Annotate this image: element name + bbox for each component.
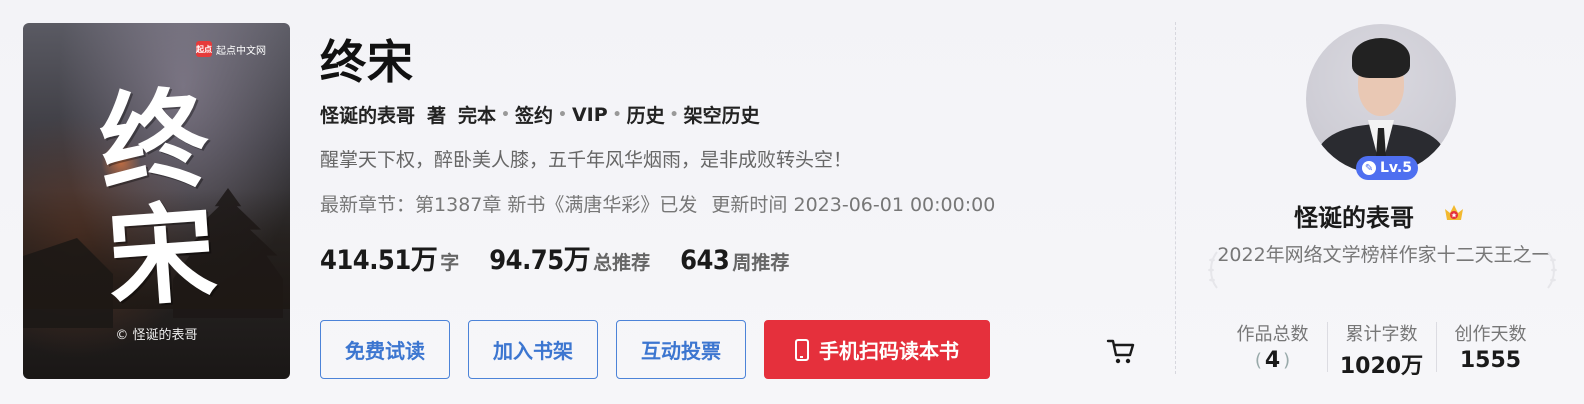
author-level-badge: ✎ Lv.5 — [1356, 156, 1418, 180]
author-days-stat: 创作天数 1555 — [1436, 320, 1545, 380]
book-title: 终宋 — [320, 35, 414, 89]
word-count-stat: 414.51万 字 — [320, 238, 459, 277]
word-count-value: 414.51万 — [320, 245, 438, 276]
weekly-recommend-value: 643 — [680, 245, 730, 276]
words-value: 1020万 — [1339, 354, 1424, 379]
qidian-logo-icon: 起点 — [196, 41, 212, 57]
book-meta: 怪诞的表哥 著 完本 • 签约 • VIP • 历史 • 架空历史 — [320, 101, 760, 128]
author-works-stat[interactable]: 作品总数 ( 4 ) — [1218, 320, 1327, 380]
crown-badge-icon — [1445, 205, 1463, 220]
author-suffix: 著 — [427, 105, 447, 127]
subcategory-link[interactable]: 架空历史 — [684, 101, 760, 128]
book-stats: 414.51万 字 94.75万 总推荐 643 周推荐 — [320, 238, 819, 277]
laurel-right-icon — [1547, 251, 1557, 289]
vote-button[interactable]: 互动投票 — [616, 320, 746, 379]
words-label: 累计字数 — [1345, 324, 1418, 345]
status-tag: 完本 — [458, 105, 497, 127]
separator-dot: • — [501, 106, 510, 123]
weekly-recommend-stat: 643 周推荐 — [680, 245, 789, 276]
author-avatar[interactable] — [1306, 24, 1456, 174]
cover-brand-name: 起点中文网 — [216, 45, 266, 57]
works-label: 作品总数 — [1236, 324, 1309, 345]
book-cover[interactable]: 起点 起点中文网 终宋 © 怪诞的表哥 — [23, 23, 290, 379]
latest-label: 最新章节： — [320, 194, 416, 216]
mobile-read-button[interactable]: 手机扫码读本书 — [764, 320, 990, 379]
weekly-recommend-unit: 周推荐 — [732, 252, 790, 274]
cover-copyright: © 怪诞的表哥 — [115, 328, 198, 343]
cover-brand: 起点 起点中文网 — [196, 41, 266, 57]
word-count-unit: 字 — [440, 252, 460, 274]
separator-dot: • — [558, 106, 567, 123]
cart-icon[interactable] — [1106, 337, 1136, 365]
book-intro: 醒掌天下权，醉卧美人膝，五千年风华烟雨，是非成败转头空！ — [320, 149, 853, 171]
add-to-shelf-button[interactable]: 加入书架 — [468, 320, 598, 379]
section-divider — [1175, 22, 1176, 374]
days-value: 1555 — [1459, 348, 1522, 373]
avatar-hair — [1352, 38, 1410, 78]
update-label: 更新时间 — [711, 194, 788, 216]
latest-chapter-row: 最新章节：第1387章 新书《满唐华彩》已发 更新时间 2023-06-01 00… — [320, 190, 995, 217]
works-bracket-left: ( — [1254, 350, 1262, 371]
total-recommend-stat: 94.75万 总推荐 — [489, 238, 650, 277]
sign-tag: 签约 — [515, 105, 554, 127]
vip-tag: VIP — [571, 103, 608, 126]
category-link[interactable]: 历史 — [627, 101, 665, 128]
author-honor: 2022年网络文学榜样作家十二天王之一 — [1217, 244, 1551, 266]
author-words-stat: 累计字数 1020万 — [1327, 320, 1436, 380]
days-label: 创作天数 — [1454, 324, 1527, 345]
author-link[interactable]: 怪诞的表哥 — [320, 101, 415, 128]
cover-title: 终宋 — [95, 75, 221, 323]
total-recommend-unit: 总推荐 — [593, 252, 651, 274]
works-value: 4 — [1264, 348, 1281, 373]
level-pen-icon: ✎ — [1362, 161, 1377, 175]
total-recommend-value: 94.75万 — [489, 245, 591, 276]
works-bracket-right: ) — [1283, 350, 1291, 371]
phone-icon — [795, 338, 809, 361]
author-level: Lv.5 — [1380, 160, 1412, 176]
author-stats: 作品总数 ( 4 ) 累计字数 1020万 创作天数 1555 — [1218, 320, 1545, 380]
author-name[interactable]: 怪诞的表哥 — [1294, 198, 1414, 233]
separator-dot: • — [612, 106, 622, 123]
action-buttons: 免费试读 加入书架 互动投票 手机扫码读本书 — [320, 320, 1008, 379]
latest-chapter-link[interactable]: 第1387章 新书《满唐华彩》已发 — [415, 194, 697, 216]
separator-dot: • — [669, 106, 679, 123]
free-read-button[interactable]: 免费试读 — [320, 320, 450, 379]
mobile-read-label: 手机扫码读本书 — [819, 339, 959, 363]
works-value-wrap: ( 4 ) — [1218, 348, 1327, 373]
update-time: 2023-06-01 00:00:00 — [793, 194, 996, 216]
